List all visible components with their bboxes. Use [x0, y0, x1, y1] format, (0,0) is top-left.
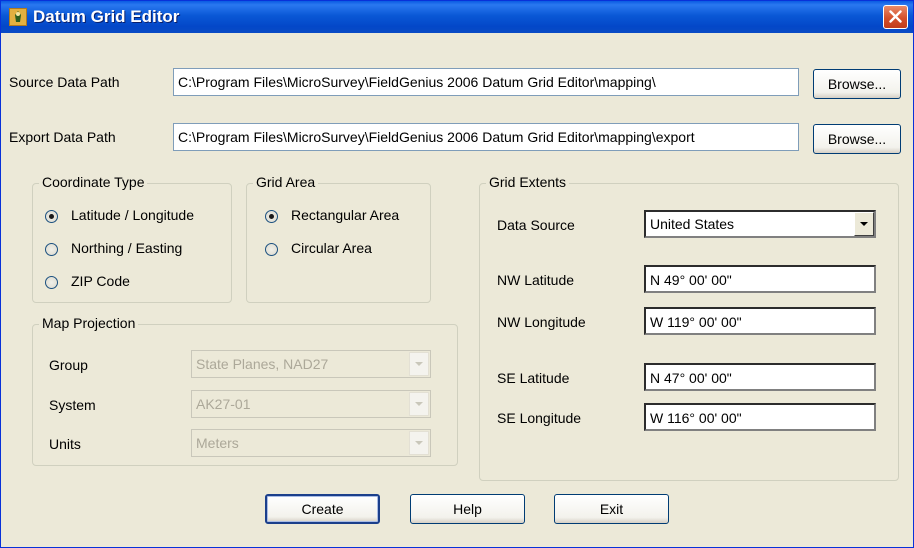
radio-circular-area[interactable]	[265, 243, 278, 256]
nw-longitude-label: NW Longitude	[497, 314, 586, 330]
map-projection-title: Map Projection	[39, 315, 139, 331]
coordinate-type-title: Coordinate Type	[39, 174, 148, 190]
se-latitude-label: SE Latitude	[497, 370, 570, 386]
app-icon	[9, 8, 27, 26]
radio-rectangular-area[interactable]	[265, 210, 278, 223]
grid-area-option-circular[interactable]: Circular Area	[291, 240, 372, 256]
export-browse-button[interactable]: Browse...	[813, 124, 901, 154]
help-button[interactable]: Help	[410, 494, 525, 524]
units-select-arrow	[409, 431, 429, 455]
chevron-down-icon	[415, 362, 423, 366]
grid-area-option-rectangular[interactable]: Rectangular Area	[291, 207, 399, 223]
grid-extents-title: Grid Extents	[486, 174, 570, 190]
chevron-down-icon	[860, 222, 868, 226]
system-label: System	[49, 397, 96, 413]
units-label: Units	[49, 436, 81, 452]
data-source-dropdown-button[interactable]	[854, 212, 874, 236]
source-path-input[interactable]: C:\Program Files\MicroSurvey\FieldGenius…	[173, 68, 799, 96]
group-select-value: State Planes, NAD27	[196, 356, 329, 372]
se-longitude-label: SE Longitude	[497, 410, 582, 426]
title-bar[interactable]: Datum Grid Editor	[1, 1, 913, 33]
data-source-label: Data Source	[497, 217, 575, 233]
units-select[interactable]: Meters	[191, 429, 431, 457]
close-button[interactable]	[883, 5, 908, 29]
nw-longitude-input[interactable]: W 119° 00' 00"	[644, 307, 876, 335]
system-select-value: AK27-01	[196, 396, 251, 412]
group-select[interactable]: State Planes, NAD27	[191, 350, 431, 378]
window-title: Datum Grid Editor	[33, 7, 180, 26]
grid-area-title: Grid Area	[253, 174, 319, 190]
source-path-label: Source Data Path	[9, 74, 120, 90]
radio-northing-easting[interactable]	[45, 243, 58, 256]
chevron-down-icon	[415, 402, 423, 406]
system-select-arrow	[409, 392, 429, 416]
radio-zip-code[interactable]	[45, 276, 58, 289]
system-select[interactable]: AK27-01	[191, 390, 431, 418]
create-button[interactable]: Create	[265, 494, 380, 524]
group-select-arrow	[409, 352, 429, 376]
coordinate-option-latlon[interactable]: Latitude / Longitude	[71, 207, 194, 223]
units-select-value: Meters	[196, 435, 239, 451]
se-latitude-input[interactable]: N 47° 00' 00"	[644, 363, 876, 391]
radio-latitude-longitude[interactable]	[45, 210, 58, 223]
nw-latitude-label: NW Latitude	[497, 272, 575, 288]
export-path-input[interactable]: C:\Program Files\MicroSurvey\FieldGenius…	[173, 123, 799, 151]
nw-latitude-input[interactable]: N 49° 00' 00"	[644, 265, 876, 293]
group-label: Group	[49, 357, 88, 373]
se-longitude-input[interactable]: W 116° 00' 00"	[644, 403, 876, 431]
dialog-window: Datum Grid Editor Source Data Path C:\Pr…	[0, 0, 914, 548]
coordinate-option-zip[interactable]: ZIP Code	[71, 273, 130, 289]
data-source-select[interactable]: United States	[644, 210, 876, 238]
exit-button[interactable]: Exit	[554, 494, 669, 524]
source-browse-button[interactable]: Browse...	[813, 69, 901, 99]
coordinate-option-northing[interactable]: Northing / Easting	[71, 240, 182, 256]
chevron-down-icon	[415, 441, 423, 445]
data-source-value: United States	[650, 216, 735, 232]
close-icon	[889, 10, 902, 23]
export-path-label: Export Data Path	[9, 129, 116, 145]
